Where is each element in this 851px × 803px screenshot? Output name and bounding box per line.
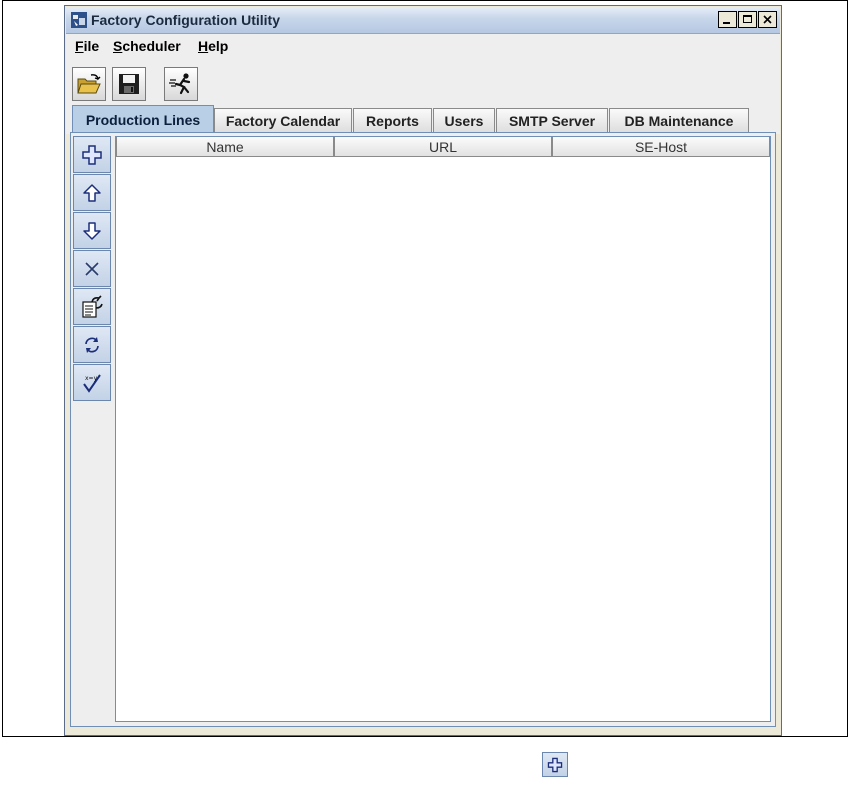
side-toolbar: x=y xyxy=(72,136,113,726)
validate-icon: x=y xyxy=(83,373,101,393)
production-lines-panel: x=y Name URL SE-Host xyxy=(70,132,776,727)
move-down-icon xyxy=(83,221,101,240)
svg-text:x=y: x=y xyxy=(85,375,98,382)
move-down-button[interactable] xyxy=(73,212,111,249)
app-window: Factory Configuration Utility File Sched… xyxy=(64,5,782,736)
toolbar xyxy=(66,58,780,104)
minimize-icon xyxy=(723,22,730,24)
close-button[interactable] xyxy=(758,11,777,28)
table-header: Name URL SE-Host xyxy=(116,137,770,157)
column-header-se-host[interactable]: SE-Host xyxy=(552,137,770,157)
app-icon xyxy=(71,12,87,28)
close-icon xyxy=(763,15,772,24)
tab-reports[interactable]: Reports xyxy=(353,108,432,132)
menu-bar: File Scheduler Help xyxy=(66,34,780,58)
validate-button[interactable]: x=y xyxy=(73,364,111,401)
run-icon xyxy=(169,73,191,95)
tab-strip: Production Lines Factory Calendar Report… xyxy=(66,104,780,134)
save-button[interactable] xyxy=(112,67,146,101)
move-up-button[interactable] xyxy=(73,174,111,211)
maximize-icon xyxy=(743,15,752,23)
title-bar[interactable]: Factory Configuration Utility xyxy=(66,7,780,34)
refresh-icon xyxy=(85,336,99,353)
tab-db-maintenance[interactable]: DB Maintenance xyxy=(609,108,749,132)
tab-users[interactable]: Users xyxy=(433,108,495,132)
column-header-name[interactable]: Name xyxy=(116,137,334,157)
menu-scheduler[interactable]: Scheduler xyxy=(113,38,181,54)
open-folder-icon xyxy=(77,74,101,94)
add-icon xyxy=(547,757,563,772)
menu-file[interactable]: File xyxy=(75,38,99,54)
edit-properties-icon xyxy=(82,294,103,318)
tab-production-lines[interactable]: Production Lines xyxy=(72,105,214,133)
production-lines-table[interactable]: Name URL SE-Host xyxy=(115,136,771,722)
open-button[interactable] xyxy=(72,67,106,101)
move-up-icon xyxy=(83,183,101,202)
delete-icon xyxy=(85,261,99,276)
menu-help[interactable]: Help xyxy=(198,38,228,54)
add-icon-legend xyxy=(542,752,568,777)
minimize-button[interactable] xyxy=(718,11,737,28)
window-title: Factory Configuration Utility xyxy=(91,12,280,28)
save-disk-icon xyxy=(119,74,139,94)
run-button[interactable] xyxy=(164,67,198,101)
add-button[interactable] xyxy=(73,136,111,173)
column-header-url[interactable]: URL xyxy=(334,137,552,157)
tab-smtp-server[interactable]: SMTP Server xyxy=(496,108,608,132)
tab-factory-calendar[interactable]: Factory Calendar xyxy=(214,108,352,132)
delete-button[interactable] xyxy=(73,250,111,287)
maximize-button[interactable] xyxy=(738,11,757,28)
refresh-button[interactable] xyxy=(73,326,111,363)
add-icon xyxy=(82,144,102,165)
edit-properties-button[interactable] xyxy=(73,288,111,325)
